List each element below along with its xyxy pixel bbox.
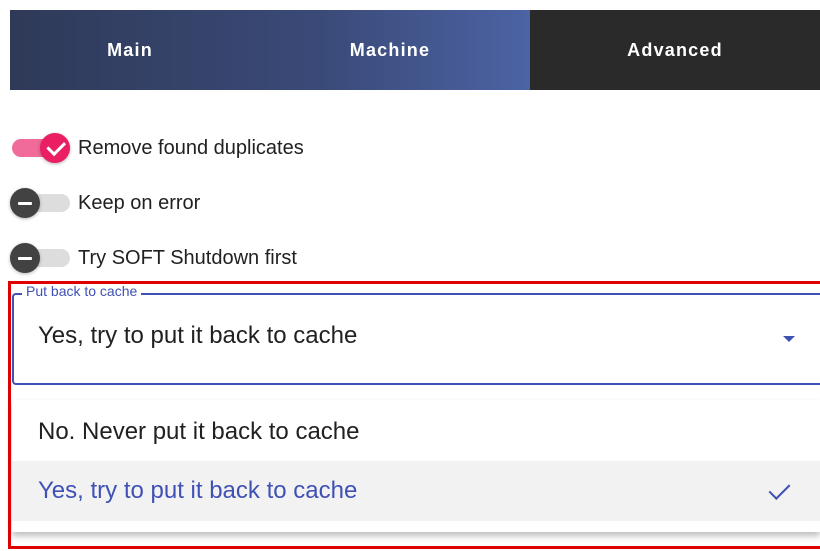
remove-duplicates-toggle[interactable]	[10, 130, 72, 166]
switch-remove-duplicates-row: Remove found duplicates	[10, 130, 304, 166]
minus-icon	[10, 243, 40, 273]
switch-soft-shutdown-row: Try SOFT Shutdown first	[10, 240, 297, 276]
minus-icon	[10, 188, 40, 218]
remove-duplicates-label[interactable]: Remove found duplicates	[78, 137, 304, 160]
keep-on-error-label[interactable]: Keep on error	[78, 192, 200, 215]
tab-main[interactable]: Main	[10, 10, 250, 90]
switch-keep-on-error-row: Keep on error	[10, 185, 200, 221]
tab-machine[interactable]: Machine	[250, 10, 530, 90]
soft-shutdown-toggle[interactable]	[10, 240, 72, 276]
keep-on-error-toggle[interactable]	[10, 185, 72, 221]
soft-shutdown-label[interactable]: Try SOFT Shutdown first	[78, 247, 297, 270]
highlight-outline	[8, 281, 820, 549]
check-icon	[40, 133, 70, 163]
tab-bar: Main Machine Advanced	[10, 10, 820, 90]
tab-advanced[interactable]: Advanced	[530, 10, 820, 90]
